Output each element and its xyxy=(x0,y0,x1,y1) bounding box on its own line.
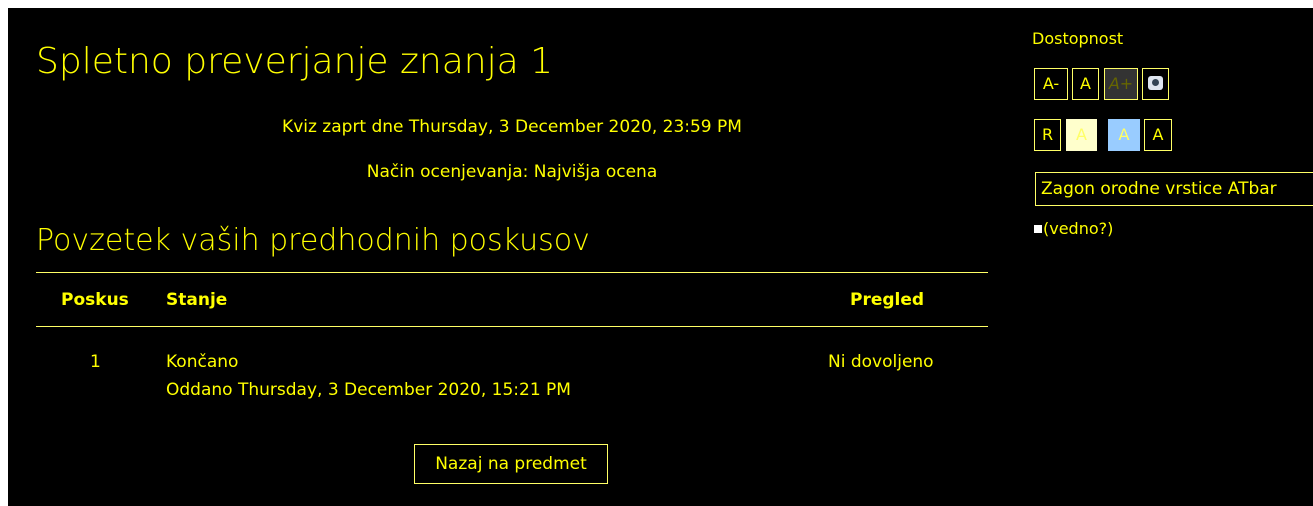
attempt-number: 1 xyxy=(90,352,101,372)
reset-font-button[interactable]: A xyxy=(1072,68,1099,100)
column-header-review: Pregled xyxy=(850,290,925,310)
page: Spletno preverjanje znanja 1 Kviz zaprt … xyxy=(8,8,1313,506)
page-title: Spletno preverjanje znanja 1 xyxy=(36,41,553,82)
contrast-blue-button[interactable]: A xyxy=(1108,119,1140,151)
accessibility-title: Dostopnost xyxy=(1032,29,1124,48)
attempts-summary-title: Povzetek vaših predhodnih poskusov xyxy=(36,223,590,258)
atbar-launch-button[interactable]: Zagon orodne vrstice ATbar xyxy=(1035,172,1313,206)
contrast-black-button[interactable]: A xyxy=(1144,119,1172,151)
checkbox-icon[interactable] xyxy=(1034,225,1042,233)
contrast-yellow-button[interactable]: A xyxy=(1066,119,1097,151)
table-header-rule xyxy=(36,326,988,327)
decrease-font-button[interactable]: A- xyxy=(1034,68,1068,100)
column-header-attempt: Poskus xyxy=(61,290,129,310)
table-top-rule xyxy=(36,272,988,273)
speaker-icon xyxy=(1148,76,1163,90)
grading-method: Način ocenjevanja: Najvišja ocena xyxy=(366,162,658,182)
attempt-review: Ni dovoljeno xyxy=(828,352,934,372)
quiz-closed-info: Kviz zaprt dne Thursday, 3 December 2020… xyxy=(282,117,742,137)
reset-contrast-button[interactable]: R xyxy=(1034,119,1061,151)
atbar-always-checkbox[interactable]: (vedno?) xyxy=(1034,219,1113,239)
attempt-state: Končano xyxy=(166,352,239,372)
text-to-speech-button[interactable] xyxy=(1142,68,1169,100)
back-to-course-button[interactable]: Nazaj na predmet xyxy=(414,444,608,484)
atbar-always-label: (vedno?) xyxy=(1043,219,1114,238)
column-header-state: Stanje xyxy=(166,290,228,310)
increase-font-button[interactable]: A+ xyxy=(1104,68,1138,100)
attempt-submitted-time: Oddano Thursday, 3 December 2020, 15:21 … xyxy=(166,380,571,400)
